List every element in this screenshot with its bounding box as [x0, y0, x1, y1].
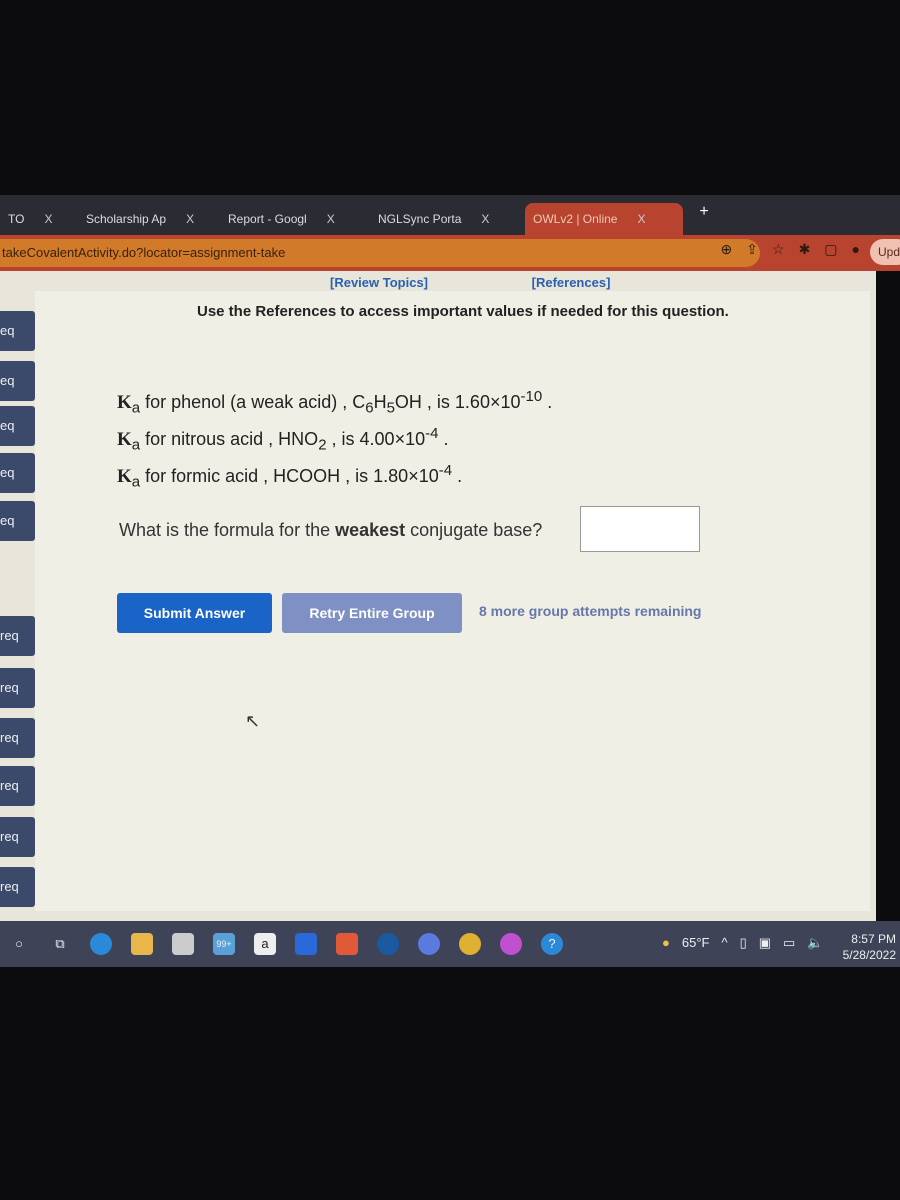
mail-icon[interactable]: 99+: [213, 933, 235, 955]
sidepanel-icon[interactable]: ▢: [824, 241, 837, 258]
browser-tab[interactable]: NGLSync Porta X: [370, 203, 510, 235]
share-icon[interactable]: ⇪: [746, 241, 758, 258]
file-explorer-icon[interactable]: [131, 933, 153, 955]
clock[interactable]: 8:57 PM 5/28/2022: [843, 931, 896, 963]
address-bar-row: takeCovalentActivity.do?locator=assignme…: [0, 235, 900, 271]
sidebar-question-item[interactable]: req: [0, 867, 35, 907]
office-icon[interactable]: [336, 933, 358, 955]
meet-icon[interactable]: ▯: [740, 935, 747, 951]
taskbar: ○ ⧉ 99+ a ? ● 65°F ^ ▯ ▣ ▭ 🔈 8:57 PM 5/28…: [0, 921, 900, 967]
weather-icon[interactable]: ●: [662, 935, 670, 951]
zoom-icon[interactable]: ⊕: [721, 241, 733, 258]
dropbox-icon[interactable]: [295, 933, 317, 955]
sidebar-question-item[interactable]: req: [0, 718, 35, 758]
close-tab-icon[interactable]: X: [186, 212, 194, 226]
question-panel: Use the References to access important v…: [35, 291, 870, 911]
answer-input[interactable]: [580, 506, 700, 552]
close-tab-icon[interactable]: X: [637, 212, 645, 226]
tab-title: NGLSync Porta: [378, 212, 462, 226]
new-tab-button[interactable]: +: [692, 200, 716, 224]
tab-title: Report - Googl: [228, 212, 307, 226]
sidebar-question-item[interactable]: req: [0, 616, 35, 656]
update-button[interactable]: Upd: [870, 239, 900, 265]
sidebar-question-item[interactable]: eq: [0, 311, 35, 351]
sidebar-question-item[interactable]: eq: [0, 501, 35, 541]
ka-statement: Ka for nitrous acid , HNO2 , is 4.00×10-…: [117, 425, 449, 454]
tab-strip: TO X Scholarship Ap X Report - Googl X NGLSync…: [0, 195, 900, 235]
browser-tab[interactable]: Report - Googl X: [220, 203, 360, 235]
profile-avatar[interactable]: ●: [852, 241, 860, 258]
network-icon[interactable]: ▣: [759, 935, 771, 951]
store-icon[interactable]: [172, 933, 194, 955]
search-icon[interactable]: ○: [8, 933, 30, 955]
ka-statement: Ka for phenol (a weak acid) , C6H5OH , i…: [117, 388, 553, 417]
sidebar-question-item[interactable]: eq: [0, 406, 35, 446]
review-topics-link[interactable]: [Review Topics]: [330, 275, 428, 290]
sidebar-question-item[interactable]: req: [0, 668, 35, 708]
mouse-cursor-icon: ↖: [245, 711, 261, 731]
tab-title: OWLv2 | Online: [533, 212, 618, 226]
battery-icon[interactable]: ▭: [783, 935, 795, 951]
ka-statement: Ka for formic acid , HCOOH , is 1.80×10-…: [117, 462, 463, 491]
steam-icon[interactable]: [377, 933, 399, 955]
close-tab-icon[interactable]: X: [44, 212, 52, 226]
attempts-remaining: 8 more group attempts remaining: [479, 603, 702, 619]
weather-temp[interactable]: 65°F: [682, 935, 710, 951]
tray-chevron-icon[interactable]: ^: [721, 935, 727, 951]
task-view-icon[interactable]: ⧉: [49, 933, 71, 955]
url-field[interactable]: takeCovalentActivity.do?locator=assignme…: [0, 239, 760, 267]
discord-icon[interactable]: [418, 933, 440, 955]
browser-tab[interactable]: OWLv2 | Online X: [525, 203, 683, 235]
extensions-icon[interactable]: ✱: [799, 241, 811, 258]
sidebar-question-item[interactable]: req: [0, 817, 35, 857]
browser-tab[interactable]: Scholarship Ap X: [78, 203, 218, 235]
volume-icon[interactable]: 🔈: [807, 935, 823, 951]
retry-group-button[interactable]: Retry Entire Group: [282, 593, 462, 633]
close-tab-icon[interactable]: X: [481, 212, 489, 226]
sidebar-question-item[interactable]: eq: [0, 361, 35, 401]
browser-tab[interactable]: TO X: [0, 203, 70, 235]
chrome-icon[interactable]: [459, 933, 481, 955]
tab-title: Scholarship Ap: [86, 212, 167, 226]
references-link[interactable]: [References]: [532, 275, 611, 290]
itunes-icon[interactable]: [500, 933, 522, 955]
help-icon[interactable]: ?: [541, 933, 563, 955]
question-text: What is the formula for the weakest conj…: [119, 520, 543, 540]
bookmark-star-icon[interactable]: ☆: [772, 241, 785, 258]
edge-icon[interactable]: [90, 933, 112, 955]
page: [Review Topics] [References] eq eq eq eq eq r…: [0, 271, 876, 921]
sidebar-question-item[interactable]: eq: [0, 453, 35, 493]
submit-answer-button[interactable]: Submit Answer: [117, 593, 272, 633]
close-tab-icon[interactable]: X: [327, 212, 335, 226]
amazon-icon[interactable]: a: [254, 933, 276, 955]
references-note: Use the References to access important v…: [197, 303, 729, 320]
tab-title: TO: [8, 212, 25, 226]
sidebar-question-item[interactable]: req: [0, 766, 35, 806]
